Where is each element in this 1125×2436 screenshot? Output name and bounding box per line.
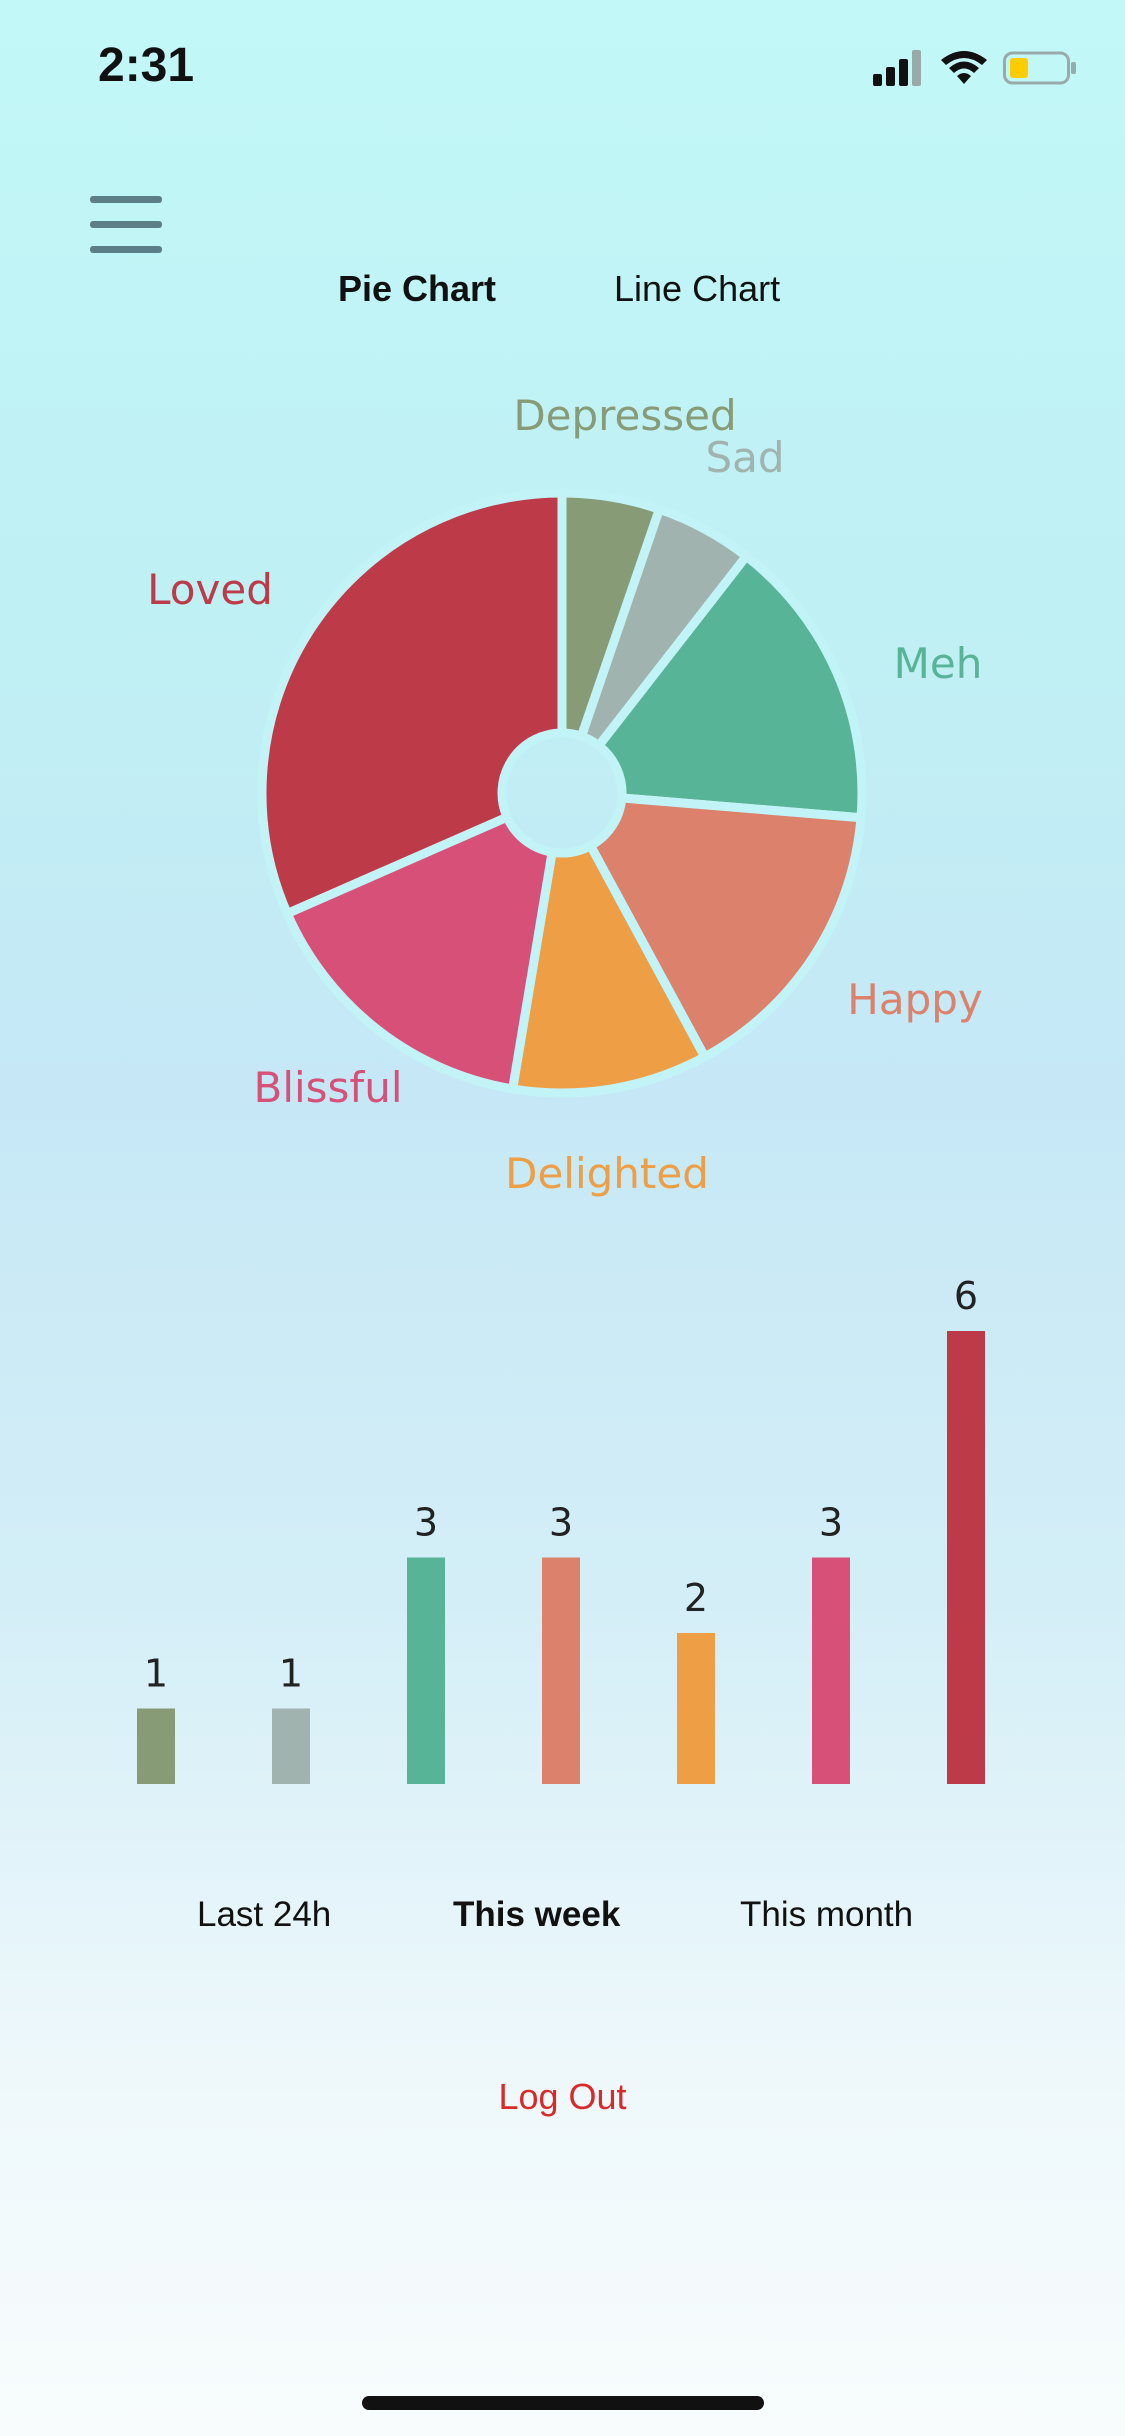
bar-value-label: 1 — [144, 1652, 168, 1696]
bar-depressed — [137, 1708, 175, 1784]
logout-button[interactable]: Log Out — [0, 2076, 1125, 2118]
bar-sad — [272, 1708, 310, 1784]
bar-value-label: 3 — [549, 1501, 573, 1545]
bar-blissful — [812, 1557, 850, 1784]
charts-canvas: DepressedSad Meh Happy Delighted Blissful Lov… — [137, 391, 985, 1784]
period-this-month[interactable]: This month — [740, 1895, 913, 1935]
home-indicator — [362, 2396, 764, 2410]
pie-label-happy: Happy — [847, 975, 983, 1024]
pie-label-depressed: Depressed — [513, 391, 736, 440]
pie-label-loved: Loved — [147, 565, 273, 614]
period-this-week[interactable]: This week — [453, 1895, 620, 1935]
bar-delighted — [677, 1633, 715, 1784]
bar-happy — [542, 1557, 580, 1784]
bar-value-label: 3 — [414, 1501, 438, 1545]
bar-chart: 1 1 3 3 2 3 6 — [137, 1274, 985, 1784]
bar-value-label: 1 — [279, 1652, 303, 1696]
pie-label-blissful: Blissful — [254, 1063, 403, 1112]
period-last-24h[interactable]: Last 24h — [197, 1895, 331, 1935]
bar-value-label: 6 — [954, 1274, 978, 1318]
bar-value-label: 3 — [819, 1501, 843, 1545]
bar-value-label: 2 — [684, 1576, 708, 1620]
pie-label-delighted: Delighted — [505, 1149, 709, 1198]
pie-label-meh: Meh — [894, 639, 983, 688]
pie-chart — [257, 488, 867, 1098]
pie-label-sad: Sad — [705, 433, 784, 482]
bar-loved — [947, 1331, 985, 1784]
bar-meh — [407, 1557, 445, 1784]
